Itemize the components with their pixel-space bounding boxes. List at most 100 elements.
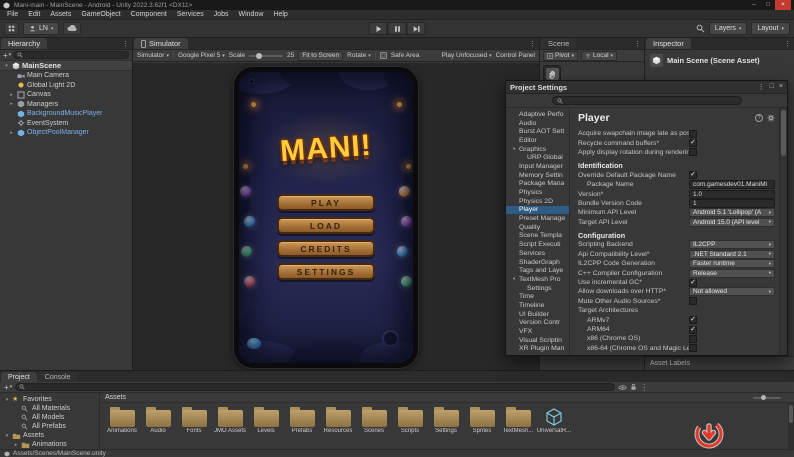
local-toggle[interactable]: Local ▾ bbox=[580, 50, 618, 61]
minimize-button[interactable]: – bbox=[747, 0, 761, 10]
hierarchy-search-input[interactable] bbox=[13, 51, 129, 59]
dropdown[interactable]: .NET Standard 2.1 ▾ bbox=[689, 249, 775, 259]
hierarchy-item-global-light-2d[interactable]: Global Light 2D bbox=[0, 81, 132, 91]
tab-hierarchy[interactable]: Hierarchy bbox=[1, 38, 48, 49]
project-asset-levels[interactable]: Levels bbox=[248, 406, 284, 434]
pane-menu-icon[interactable]: ⋮ bbox=[122, 40, 129, 48]
expand-caret-icon[interactable]: ▸ bbox=[8, 130, 15, 136]
project-tree-all-prefabs[interactable]: All Prefabs bbox=[0, 422, 99, 431]
hierarchy-item-objectpoolmanager[interactable]: ▸ ObjectPoolManager bbox=[0, 128, 132, 138]
layers-dropdown[interactable]: Layers ▾ bbox=[708, 22, 748, 35]
pause-button[interactable] bbox=[387, 22, 407, 35]
settings-category-preset-manage[interactable]: Preset Manage bbox=[506, 214, 569, 223]
maximize-button[interactable]: □ bbox=[761, 0, 775, 10]
settings-category-scene-templa[interactable]: Scene Templa bbox=[506, 232, 569, 241]
project-asset-prefabs[interactable]: Prefabs bbox=[284, 406, 320, 434]
hierarchy-item-canvas[interactable]: ▸ Canvas bbox=[0, 90, 132, 100]
search-icon[interactable] bbox=[696, 24, 705, 33]
settings-category-player[interactable]: Player bbox=[506, 205, 569, 215]
preset-gear-icon[interactable] bbox=[767, 114, 775, 122]
menu-item-services[interactable]: Services bbox=[172, 10, 209, 19]
project-asset-resources[interactable]: Resources bbox=[320, 406, 356, 434]
expand-caret-icon[interactable]: ▸ bbox=[13, 442, 19, 448]
checkbox[interactable]: ✓ bbox=[689, 278, 697, 287]
rotate-dropdown[interactable]: Rotate ▾ bbox=[347, 52, 371, 59]
step-button[interactable] bbox=[406, 22, 426, 35]
project-tree-favorites[interactable]: ▾ ★ Favorites bbox=[0, 395, 99, 404]
settings-category-visual-scriptin[interactable]: Visual Scriptin bbox=[506, 336, 569, 345]
scale-slider[interactable] bbox=[249, 52, 284, 59]
project-asset-settings[interactable]: Settings bbox=[428, 406, 464, 434]
text-field[interactable]: 1.0 bbox=[689, 189, 775, 199]
tab-project[interactable]: Project bbox=[1, 372, 37, 382]
dropdown[interactable]: Release ▾ bbox=[689, 268, 775, 278]
project-asset-scripts[interactable]: Scripts bbox=[392, 406, 428, 434]
game-menu-button-load[interactable]: LOAD bbox=[277, 217, 375, 234]
expand-caret-icon[interactable]: ▸ bbox=[8, 92, 15, 98]
dropdown[interactable]: Not allowed ▾ bbox=[689, 287, 775, 297]
scrollbar-thumb[interactable] bbox=[781, 110, 786, 156]
control-panel-button[interactable]: Control Panel bbox=[496, 52, 535, 59]
settings-category-burst-aot-sett[interactable]: Burst AOT Sett bbox=[506, 127, 569, 136]
slider-thumb[interactable] bbox=[761, 394, 767, 400]
slider-thumb[interactable] bbox=[255, 52, 262, 59]
checkbox[interactable]: ✓ bbox=[689, 139, 697, 148]
device-dropdown[interactable]: Google Pixel 5 ▾ bbox=[178, 52, 225, 59]
checkbox[interactable]: ✓ bbox=[689, 325, 697, 334]
cloud-button[interactable] bbox=[63, 22, 82, 35]
project-tree-animations[interactable]: ▸ Animations bbox=[0, 440, 99, 449]
settings-category-time[interactable]: Time bbox=[506, 292, 569, 301]
dropdown[interactable]: Android 5.1 'Lollipop' (A ▾ bbox=[689, 208, 775, 218]
simulator-mode-dropdown[interactable]: Simulator ▾ bbox=[137, 52, 169, 59]
lock-icon[interactable] bbox=[630, 383, 637, 391]
tab-console[interactable]: Console bbox=[37, 372, 78, 382]
project-tree-all-materials[interactable]: All Materials bbox=[0, 404, 99, 413]
menu-item-component[interactable]: Component bbox=[126, 10, 172, 19]
settings-category-package-mana[interactable]: Package Mana bbox=[506, 180, 569, 189]
expand-caret-icon[interactable]: ▸ bbox=[8, 101, 15, 107]
expand-caret-icon[interactable]: ▾ bbox=[4, 397, 10, 403]
project-asset-textmesh[interactable]: TextMesh... bbox=[500, 406, 536, 434]
project-asset-universalr[interactable]: UniversalR... bbox=[536, 406, 572, 434]
checkbox[interactable] bbox=[689, 297, 697, 306]
account-button[interactable]: LN ▾ bbox=[23, 22, 60, 35]
settings-category-physics-2d[interactable]: Physics 2D bbox=[506, 197, 569, 206]
settings-scrollbar[interactable] bbox=[779, 108, 787, 355]
pane-menu-icon[interactable]: ⋮ bbox=[640, 383, 648, 392]
settings-category-memory-settin[interactable]: Memory Settin bbox=[506, 171, 569, 180]
game-menu-button-play[interactable]: PLAY bbox=[277, 194, 375, 211]
checkbox[interactable] bbox=[689, 129, 697, 138]
checkbox[interactable] bbox=[689, 148, 697, 157]
assets-scrollbar[interactable] bbox=[788, 403, 794, 449]
settings-category-editor[interactable]: Editor bbox=[506, 136, 569, 145]
project-tree-assets[interactable]: ▾ Assets bbox=[0, 431, 99, 440]
hand-tool-button[interactable] bbox=[546, 68, 559, 80]
settings-category-urp-global[interactable]: URP Global bbox=[506, 153, 569, 162]
checkbox[interactable]: ✓ bbox=[689, 316, 697, 325]
layout-dropdown[interactable]: Layout ▾ bbox=[751, 22, 790, 35]
settings-category-ui-builder[interactable]: UI Builder bbox=[506, 310, 569, 319]
settings-search-input[interactable] bbox=[551, 96, 742, 105]
project-asset-scenes[interactable]: Scenes bbox=[356, 406, 392, 434]
settings-category-input-manager[interactable]: Input Manager bbox=[506, 162, 569, 171]
settings-category-adaptive-perfo[interactable]: Adaptive Perfo bbox=[506, 110, 569, 119]
grid-menu-icon[interactable] bbox=[4, 22, 19, 35]
project-asset-fonts[interactable]: Fonts bbox=[176, 406, 212, 434]
project-asset-animations[interactable]: Animations bbox=[104, 406, 140, 434]
tab-inspector[interactable]: Inspector bbox=[646, 38, 691, 49]
project-asset-sprites[interactable]: Sprites bbox=[464, 406, 500, 434]
download-progress-icon[interactable] bbox=[694, 419, 724, 449]
settings-category-audio[interactable]: Audio bbox=[506, 119, 569, 128]
play-unfocused-dropdown[interactable]: Play Unfocused ▾ bbox=[442, 52, 492, 59]
menu-item-help[interactable]: Help bbox=[268, 10, 292, 19]
checkbox[interactable]: ✓ bbox=[689, 171, 697, 180]
menu-item-edit[interactable]: Edit bbox=[23, 10, 45, 19]
settings-category-version-contr[interactable]: Version Contr bbox=[506, 319, 569, 328]
settings-category-quality[interactable]: Quality bbox=[506, 223, 569, 232]
text-field[interactable]: com.gamesdev01.ManiMi bbox=[689, 180, 775, 190]
tab-scene[interactable]: Scene bbox=[541, 38, 577, 49]
menu-item-assets[interactable]: Assets bbox=[45, 10, 76, 19]
menu-item-gameobject[interactable]: GameObject bbox=[76, 10, 125, 19]
create-button[interactable]: + ▾ bbox=[4, 383, 12, 392]
fit-to-screen-button[interactable]: Fit to Screen bbox=[298, 50, 344, 61]
